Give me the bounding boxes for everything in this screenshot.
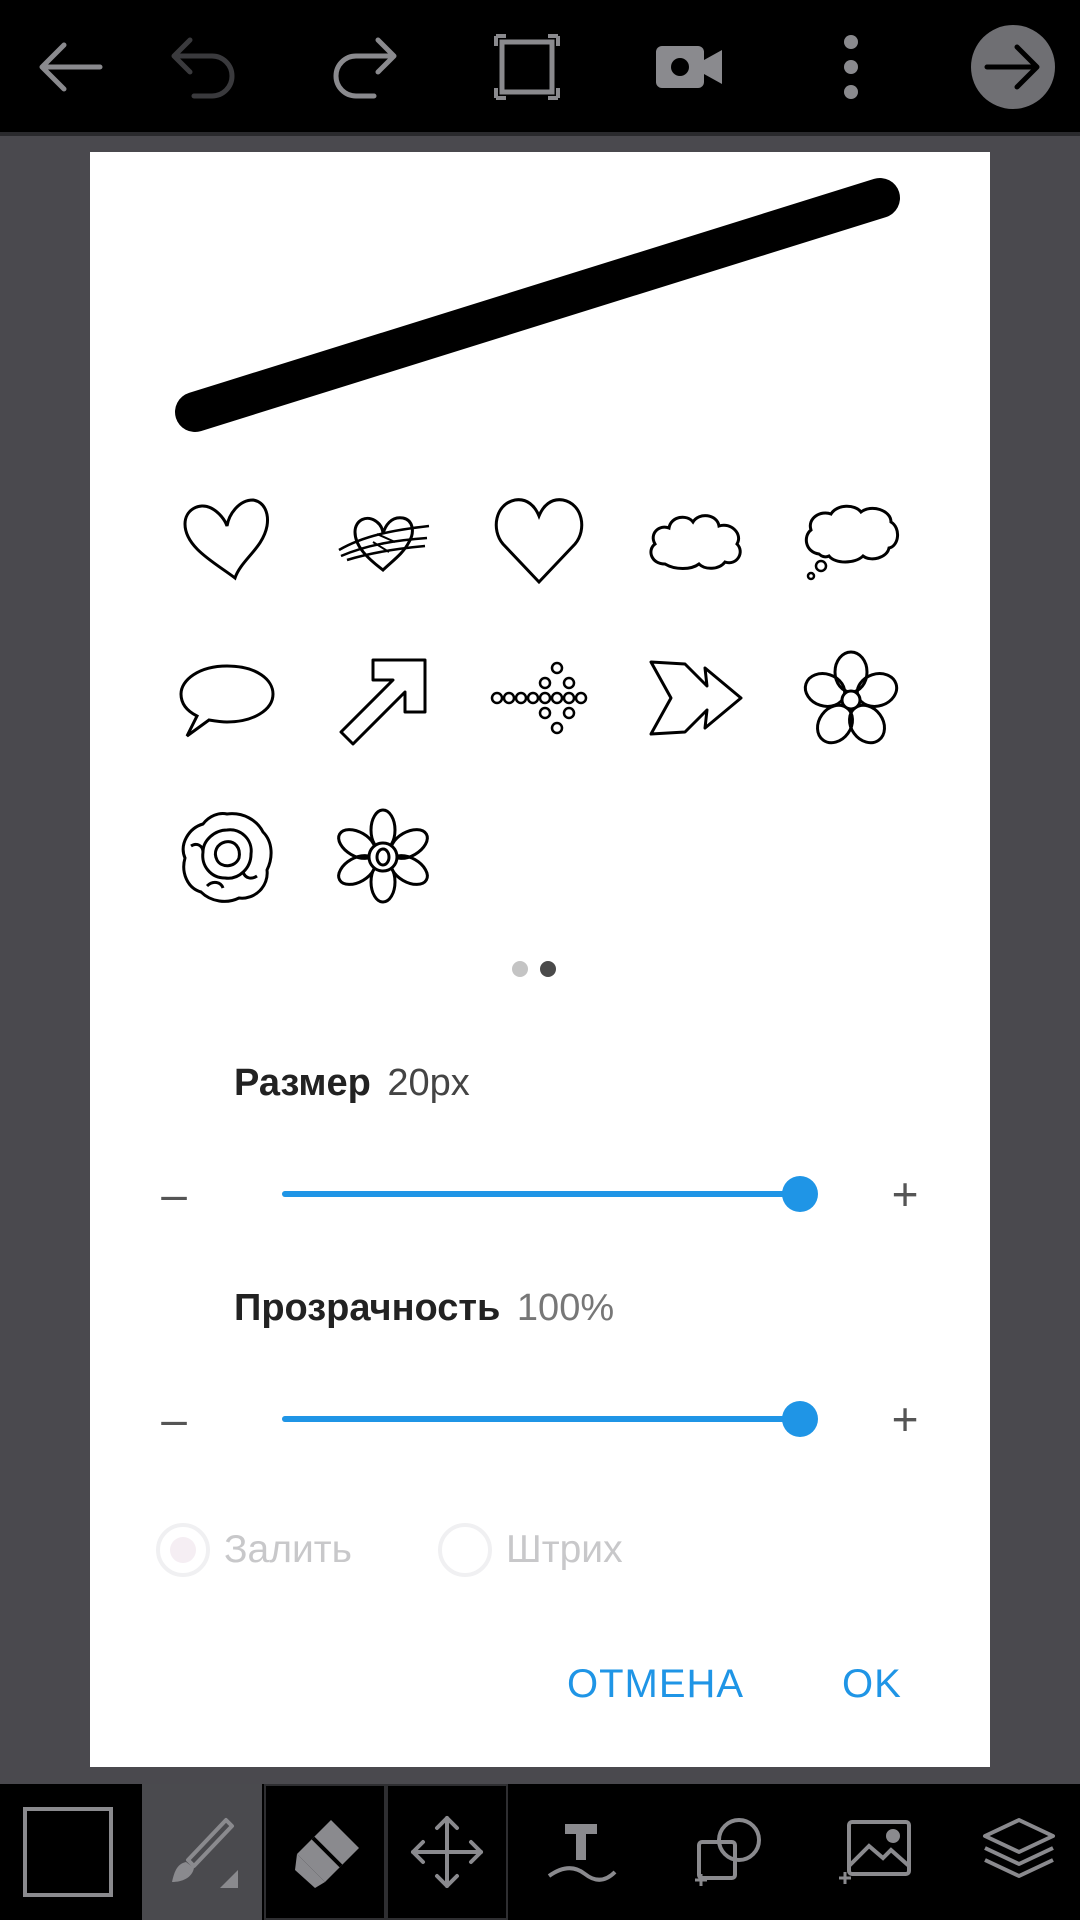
size-decrease-button[interactable]: – <box>139 1159 209 1229</box>
back-arrow-icon[interactable] <box>2 0 136 134</box>
size-label-name: Размер <box>234 1062 371 1104</box>
opacity-slider-fill <box>282 1416 800 1422</box>
pager-dot-2[interactable] <box>540 961 556 977</box>
size-slider-fill <box>282 1191 800 1197</box>
layers-icon <box>983 1818 1055 1878</box>
image-icon <box>839 1820 911 1884</box>
cancel-button[interactable]: ОТМЕНА <box>567 1662 744 1707</box>
size-slider[interactable] <box>282 1174 818 1214</box>
topbar-divider <box>0 132 1080 136</box>
shape-icon <box>695 1818 761 1886</box>
double-chevron-icon[interactable] <box>640 643 750 753</box>
opacity-label: Прозрачность 100% <box>234 1287 614 1330</box>
eraser-tool[interactable] <box>264 1784 386 1920</box>
fill-radio[interactable] <box>156 1523 210 1577</box>
size-value: 20px <box>387 1062 470 1104</box>
dotted-arrow-icon[interactable] <box>484 643 594 753</box>
text-tool[interactable] <box>526 1784 636 1920</box>
daisy-icon[interactable] <box>328 801 438 911</box>
more-vert-icon[interactable] <box>784 0 918 134</box>
top-toolbar <box>0 0 1080 134</box>
color-swatch[interactable] <box>0 1784 136 1920</box>
diagonal-arrow-icon[interactable] <box>328 643 438 753</box>
opacity-decrease-button[interactable]: – <box>139 1384 209 1454</box>
thought-bubble-icon[interactable] <box>796 485 906 595</box>
rose-icon[interactable] <box>172 801 282 911</box>
pager-dot-1[interactable] <box>512 961 528 977</box>
fill-option[interactable]: Залить <box>156 1515 352 1585</box>
eraser-icon <box>295 1820 359 1888</box>
redo-icon[interactable] <box>298 0 432 134</box>
video-camera-icon[interactable] <box>622 0 756 134</box>
scribble-heart-icon[interactable] <box>328 485 438 595</box>
fill-option-label: Залить <box>224 1528 352 1571</box>
brush-icon <box>172 1818 238 1888</box>
ok-button[interactable]: OK <box>842 1662 902 1707</box>
move-icon <box>411 1816 483 1888</box>
heart-outline-icon[interactable] <box>172 485 282 595</box>
brush-preview <box>175 178 900 432</box>
next-arrow-icon <box>984 44 1040 90</box>
move-tool[interactable] <box>386 1784 508 1920</box>
layers-tool[interactable] <box>964 1784 1074 1920</box>
opacity-slider[interactable] <box>282 1399 818 1439</box>
brush-settings-dialog: Размер 20px – + Прозрачность 100% – + За… <box>90 152 990 1767</box>
image-tool[interactable] <box>820 1784 930 1920</box>
opacity-label-name: Прозрачность <box>234 1287 501 1329</box>
cloud-icon[interactable] <box>640 485 750 595</box>
size-slider-thumb[interactable] <box>782 1176 818 1212</box>
opacity-slider-thumb[interactable] <box>782 1401 818 1437</box>
stroke-option[interactable]: Штрих <box>438 1515 623 1585</box>
bottom-toolbar <box>0 1784 1080 1920</box>
opacity-value: 100% <box>516 1287 615 1329</box>
speech-bubble-icon[interactable] <box>172 643 282 753</box>
stroke-option-label: Штрих <box>506 1528 623 1571</box>
shape-tool[interactable] <box>674 1784 784 1920</box>
crop-icon[interactable] <box>460 0 594 134</box>
opacity-increase-button[interactable]: + <box>870 1384 940 1454</box>
flower-icon[interactable] <box>796 643 906 753</box>
undo-icon[interactable] <box>136 0 270 134</box>
next-button[interactable] <box>971 25 1055 109</box>
text-icon <box>547 1824 617 1882</box>
size-increase-button[interactable]: + <box>870 1159 940 1229</box>
size-label: Размер 20px <box>234 1062 470 1105</box>
brush-tool[interactable] <box>142 1784 262 1920</box>
heart-icon[interactable] <box>484 485 594 595</box>
stroke-radio[interactable] <box>438 1523 492 1577</box>
shapes-pager <box>510 959 560 979</box>
